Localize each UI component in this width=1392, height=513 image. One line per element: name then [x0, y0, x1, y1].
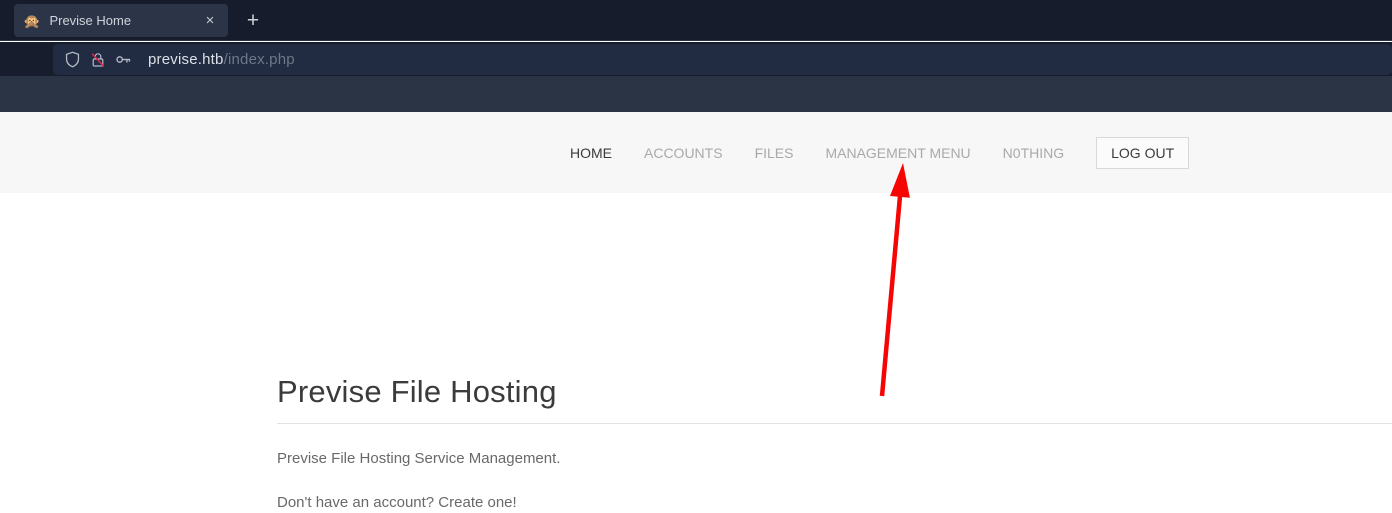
title-divider [277, 423, 1392, 424]
browser-tab[interactable]: 🙊 Previse Home × [14, 4, 228, 37]
new-tab-button[interactable]: + [239, 7, 267, 35]
tab-bar: 🙊 Previse Home × + [0, 0, 1392, 41]
nav-item-accounts[interactable]: ACCOUNTS [644, 145, 723, 161]
page-content: HOME ACCOUNTS FILES MANAGEMENT MENU N0TH… [0, 112, 1392, 496]
site-nav-menu: HOME ACCOUNTS FILES MANAGEMENT MENU N0TH… [0, 112, 1392, 193]
nav-item-n0thing[interactable]: N0THING [1003, 145, 1064, 161]
url-path: /index.php [224, 51, 295, 68]
browser-window: 🙊 Previse Home × + [0, 0, 1392, 496]
nav-item-home[interactable]: HOME [570, 145, 612, 161]
url-bar[interactable]: previse.htb/index.php [53, 44, 1392, 75]
intro-text: Previse File Hosting Service Management. [277, 448, 560, 469]
monkey-favicon-icon: 🙊 [23, 14, 40, 28]
page-title: Previse File Hosting [277, 374, 557, 410]
shield-icon[interactable] [64, 51, 81, 68]
logout-button[interactable]: LOG OUT [1096, 137, 1189, 169]
signup-text: Don't have an account? Create one! [277, 492, 517, 513]
bookmarks-bar [0, 76, 1392, 112]
tab-title: Previse Home [49, 13, 200, 28]
nav-item-files[interactable]: FILES [755, 145, 794, 161]
key-icon[interactable] [115, 51, 132, 68]
tab-close-icon[interactable]: × [200, 11, 220, 31]
url-text: previse.htb/index.php [148, 51, 295, 68]
insecure-lock-icon[interactable] [90, 52, 106, 68]
url-domain: previse.htb [148, 51, 224, 68]
navigation-toolbar: previse.htb/index.php [0, 42, 1392, 76]
nav-item-management-menu[interactable]: MANAGEMENT MENU [825, 145, 970, 161]
